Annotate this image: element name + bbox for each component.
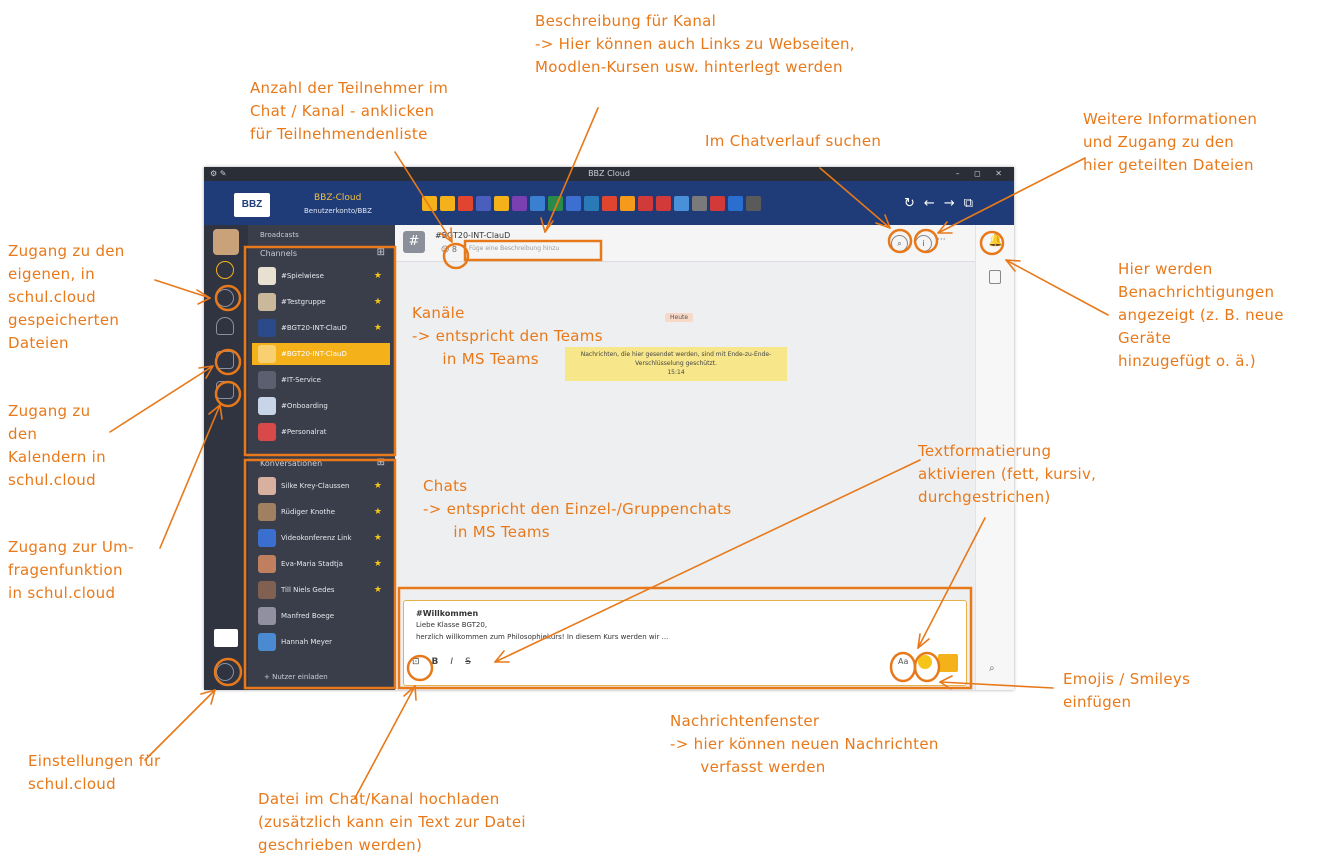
notifications-circle (979, 230, 1005, 256)
info-circle (913, 228, 939, 254)
upload-circle (406, 654, 434, 682)
note-files: Zugang zu den eigenen, in schul.cloud ge… (8, 242, 125, 352)
note-message-window: Nachrichtenfenster -> hier können neuen … (670, 712, 939, 776)
search-circle (887, 228, 913, 254)
note-search: Im Chatverlauf suchen (705, 132, 882, 150)
note-chats: Chats -> entspricht den Einzel-/Gruppenc… (423, 477, 732, 541)
chats-highlight-box (243, 458, 397, 690)
emoji-circle (913, 651, 941, 683)
note-channels: Kanäle -> entspricht den Teams in MS Tea… (412, 304, 603, 368)
note-notifications: Hier werden Benachrichtigungen angezeigt… (1118, 260, 1284, 370)
note-upload: Datei im Chat/Kanal hochladen (zusätzlic… (258, 790, 526, 854)
settings-circle (213, 657, 243, 687)
note-settings: Einstellungen für schul.cloud (28, 752, 161, 793)
survey-circle (214, 380, 242, 408)
note-emojis: Emojis / Smileys einfügen (1063, 670, 1191, 711)
note-more-info: Weitere Informationen und Zugang zu den … (1083, 110, 1258, 174)
channels-highlight-box (243, 245, 397, 457)
files-circle (214, 284, 242, 312)
composer-highlight-box (397, 586, 973, 690)
note-member-count: Anzahl der Teilnehmer im Chat / Kanal - … (250, 79, 449, 143)
note-text-format: Textformatierung aktivieren (fett, kursi… (918, 442, 1097, 506)
note-calendar: Zugang zu den Kalendern in schul.cloud (8, 402, 106, 489)
description-highlight-box (463, 239, 603, 262)
note-channel-description: Beschreibung für Kanal -> Hier können au… (535, 12, 855, 76)
note-surveys: Zugang zur Um- fragenfunktion in schul.c… (8, 538, 134, 602)
calendar-circle (214, 348, 242, 376)
textformat-circle (889, 651, 917, 683)
